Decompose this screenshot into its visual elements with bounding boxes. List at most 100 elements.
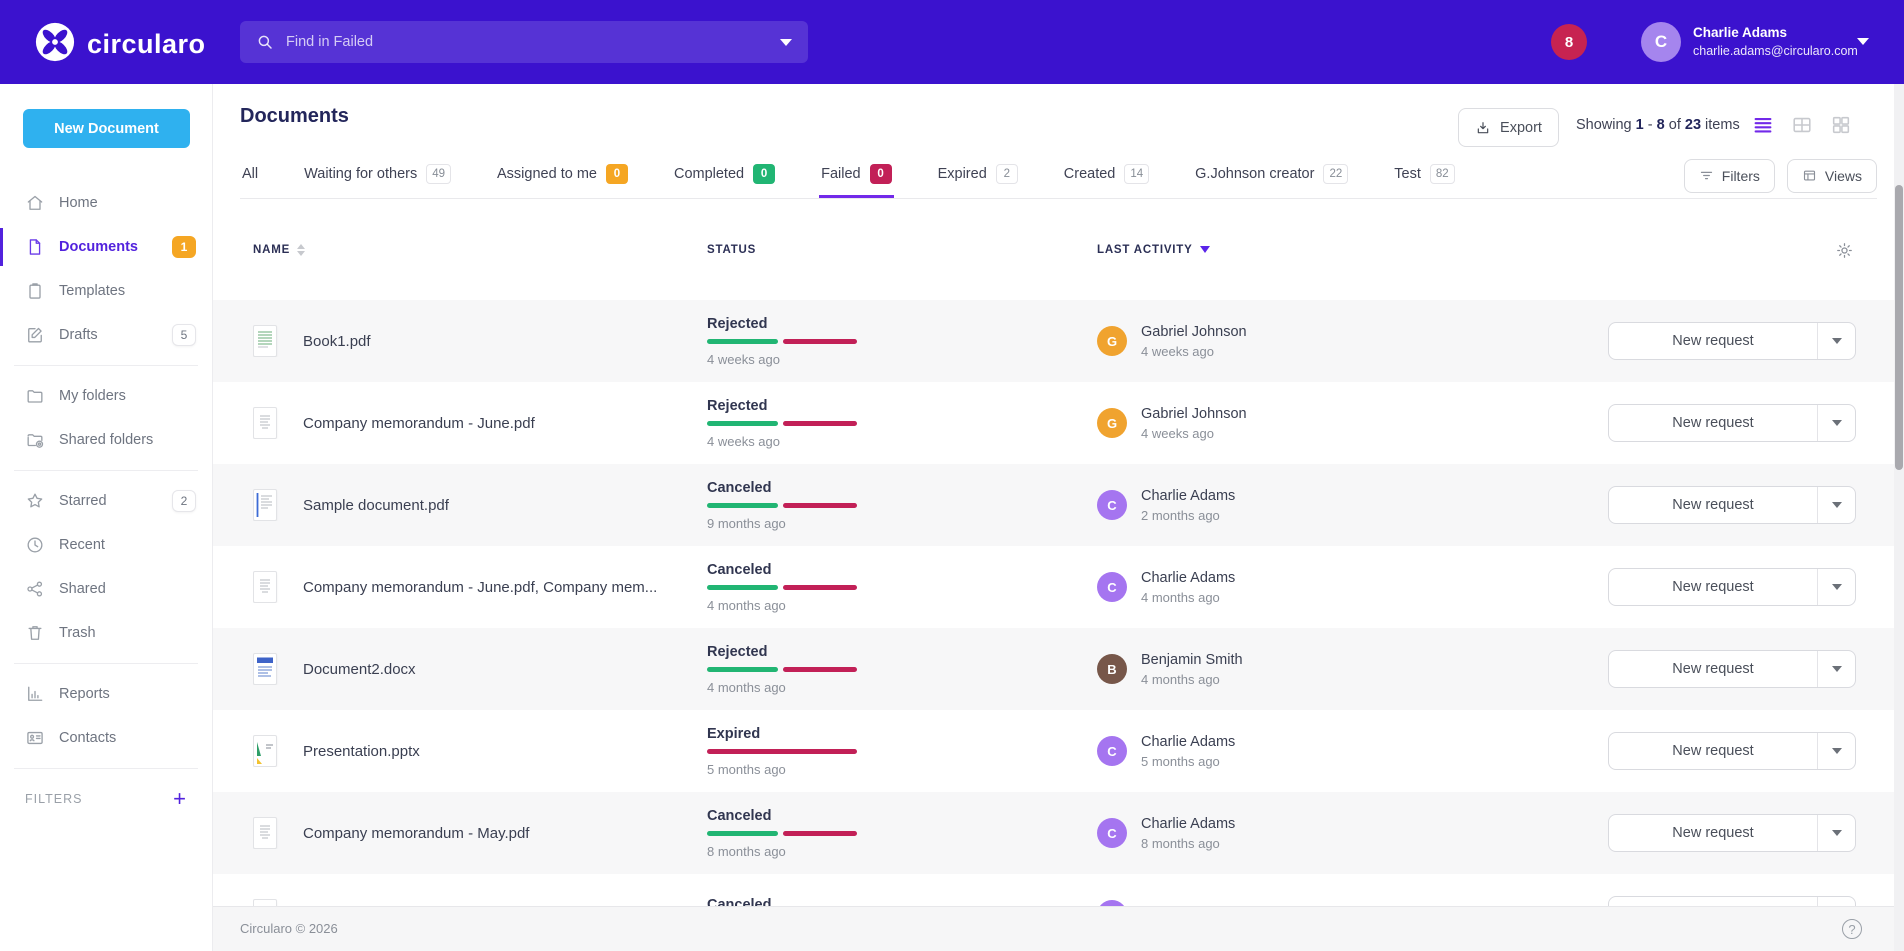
tab-completed[interactable]: Completed0 xyxy=(672,153,777,198)
tab-assigned-to-me[interactable]: Assigned to me0 xyxy=(495,153,630,198)
tab-all[interactable]: All xyxy=(240,153,260,198)
document-name[interactable]: Company memorandum - June.pdf, Company m… xyxy=(303,579,657,596)
user-chevron-down-icon[interactable] xyxy=(1857,38,1869,45)
new-request-button[interactable]: New request xyxy=(1609,815,1817,851)
name-cell: Company memorandum - June.pdf, Company m… xyxy=(253,571,707,603)
column-header-name[interactable]: NAME xyxy=(253,244,707,256)
sidebar-item-reports[interactable]: Reports xyxy=(0,672,212,716)
column-header-status[interactable]: STATUS xyxy=(707,244,1097,256)
notifications-badge[interactable]: 8 xyxy=(1551,24,1587,60)
document-thumbnail-icon xyxy=(253,899,277,906)
circularo-logo[interactable]: circularo xyxy=(35,22,206,67)
document-name[interactable]: Company memorandum - May.pdf xyxy=(303,825,529,842)
new-request-chevron-down-icon[interactable] xyxy=(1817,815,1855,851)
search-scope-chevron-down-icon[interactable] xyxy=(780,39,792,46)
filters-button[interactable]: Filters xyxy=(1684,159,1775,193)
activity-user-name: Charlie Adams xyxy=(1141,570,1235,586)
circularo-logo-icon xyxy=(35,22,75,67)
views-label: Views xyxy=(1825,168,1862,184)
sidebar-item-recent[interactable]: Recent xyxy=(0,523,212,567)
list-view-icon[interactable] xyxy=(1752,114,1774,136)
user-name: Charlie Adams xyxy=(1693,24,1858,42)
status-bar-failed-segment xyxy=(783,421,857,426)
grid-view-icon[interactable] xyxy=(1830,114,1852,136)
sidebar-badge: 5 xyxy=(172,324,196,346)
sidebar-item-templates[interactable]: Templates xyxy=(0,269,212,313)
tab-failed[interactable]: Failed0 xyxy=(819,153,894,198)
user-avatar: C xyxy=(1097,490,1127,520)
sidebar-item-drafts[interactable]: Drafts 5 xyxy=(0,313,212,357)
status-time: 4 months ago xyxy=(707,598,1097,613)
table-row: Company memorandum - May.pdf Canceled8 mo… xyxy=(213,792,1904,874)
new-request-chevron-down-icon[interactable] xyxy=(1817,733,1855,769)
new-request-chevron-down-icon[interactable] xyxy=(1817,323,1855,359)
sidebar-item-my-folders[interactable]: My folders xyxy=(0,374,212,418)
document-name[interactable]: Presentation.pptx xyxy=(303,743,420,760)
table-view-icon[interactable] xyxy=(1791,114,1813,136)
scrollbar-thumb[interactable] xyxy=(1895,185,1903,470)
tab-created[interactable]: Created14 xyxy=(1062,153,1151,198)
new-request-button[interactable]: New request xyxy=(1609,569,1817,605)
document-name[interactable]: Company memorandum - June.pdf xyxy=(303,415,535,432)
new-request-button[interactable]: New request xyxy=(1609,323,1817,359)
sidebar-item-home[interactable]: Home xyxy=(0,181,212,225)
sidebar-item-contacts[interactable]: Contacts xyxy=(0,716,212,760)
export-button[interactable]: Export xyxy=(1458,108,1559,147)
status-cell: Canceled4 months ago xyxy=(707,562,1097,613)
status-cell: Rejected4 months ago xyxy=(707,644,1097,695)
activity-time: 8 months ago xyxy=(1141,836,1235,851)
help-icon[interactable]: ? xyxy=(1842,919,1862,939)
filters-label: Filters xyxy=(1722,168,1760,184)
views-button[interactable]: Views xyxy=(1787,159,1877,193)
document-name[interactable]: Document2.docx xyxy=(303,661,416,678)
clock-icon xyxy=(25,535,45,555)
new-request-button[interactable]: New request xyxy=(1609,733,1817,769)
name-cell: Sample document.pdf xyxy=(253,489,707,521)
document-name[interactable]: Book1.pdf xyxy=(303,333,371,350)
sidebar-item-trash[interactable]: Trash xyxy=(0,611,212,655)
new-request-button[interactable]: New request xyxy=(1609,651,1817,687)
document-thumbnail-icon xyxy=(253,489,277,521)
sidebar-item-label: Reports xyxy=(59,686,110,702)
status-cell: Canceled8 months ago xyxy=(707,808,1097,859)
tab-gjohnson-creator[interactable]: G.Johnson creator22 xyxy=(1193,153,1350,198)
status-progress-bar xyxy=(707,339,857,344)
search-input[interactable] xyxy=(286,34,780,50)
user-avatar: C xyxy=(1641,22,1681,62)
new-request-chevron-down-icon[interactable] xyxy=(1817,487,1855,523)
name-cell: Document2.docx xyxy=(253,653,707,685)
document-name[interactable]: Sample document.pdf xyxy=(303,497,449,514)
new-request-chevron-down-icon[interactable] xyxy=(1817,897,1855,906)
sidebar-item-shared[interactable]: Shared xyxy=(0,567,212,611)
status-label: Rejected xyxy=(707,644,1097,660)
tab-waiting-for-others[interactable]: Waiting for others49 xyxy=(302,153,453,198)
tab-expired[interactable]: Expired2 xyxy=(936,153,1020,198)
last-activity-cell: CCharlie Adams8 months ago xyxy=(1097,816,1608,851)
sidebar-item-documents[interactable]: Documents1 xyxy=(0,225,212,269)
user-avatar: C xyxy=(1097,818,1127,848)
document-table: Book1.pdfRejected4 weeks agoGGabriel Joh… xyxy=(213,300,1904,906)
status-label: Canceled xyxy=(707,897,1097,906)
column-header-last-activity[interactable]: LAST ACTIVITY xyxy=(1097,244,1608,256)
tab-test[interactable]: Test82 xyxy=(1392,153,1456,198)
status-cell: Expired5 months ago xyxy=(707,726,1097,777)
tab-label: Test xyxy=(1394,166,1421,182)
gear-icon[interactable] xyxy=(1835,241,1854,260)
new-request-chevron-down-icon[interactable] xyxy=(1817,405,1855,441)
last-activity-cell: GGabriel Johnson4 weeks ago xyxy=(1097,406,1608,441)
new-request-chevron-down-icon[interactable] xyxy=(1817,651,1855,687)
sidebar-item-starred[interactable]: Starred2 xyxy=(0,479,212,523)
new-document-button[interactable]: New Document xyxy=(23,109,190,148)
new-request-button[interactable]: New request xyxy=(1609,487,1817,523)
status-label: Rejected xyxy=(707,398,1097,414)
sidebar-divider xyxy=(14,470,198,471)
status-progress-bar xyxy=(707,831,857,836)
new-request-chevron-down-icon[interactable] xyxy=(1817,569,1855,605)
sidebar-item-shared-folders[interactable]: Shared folders xyxy=(0,418,212,462)
user-menu[interactable]: C Charlie Adams charlie.adams@circularo.… xyxy=(1641,22,1858,62)
sidebar-item-label: Drafts xyxy=(59,327,98,343)
new-request-button[interactable]: New request xyxy=(1609,897,1817,906)
new-request-button[interactable]: New request xyxy=(1609,405,1817,441)
trash-icon xyxy=(25,623,45,643)
add-filter-plus-icon[interactable]: + xyxy=(173,788,187,810)
